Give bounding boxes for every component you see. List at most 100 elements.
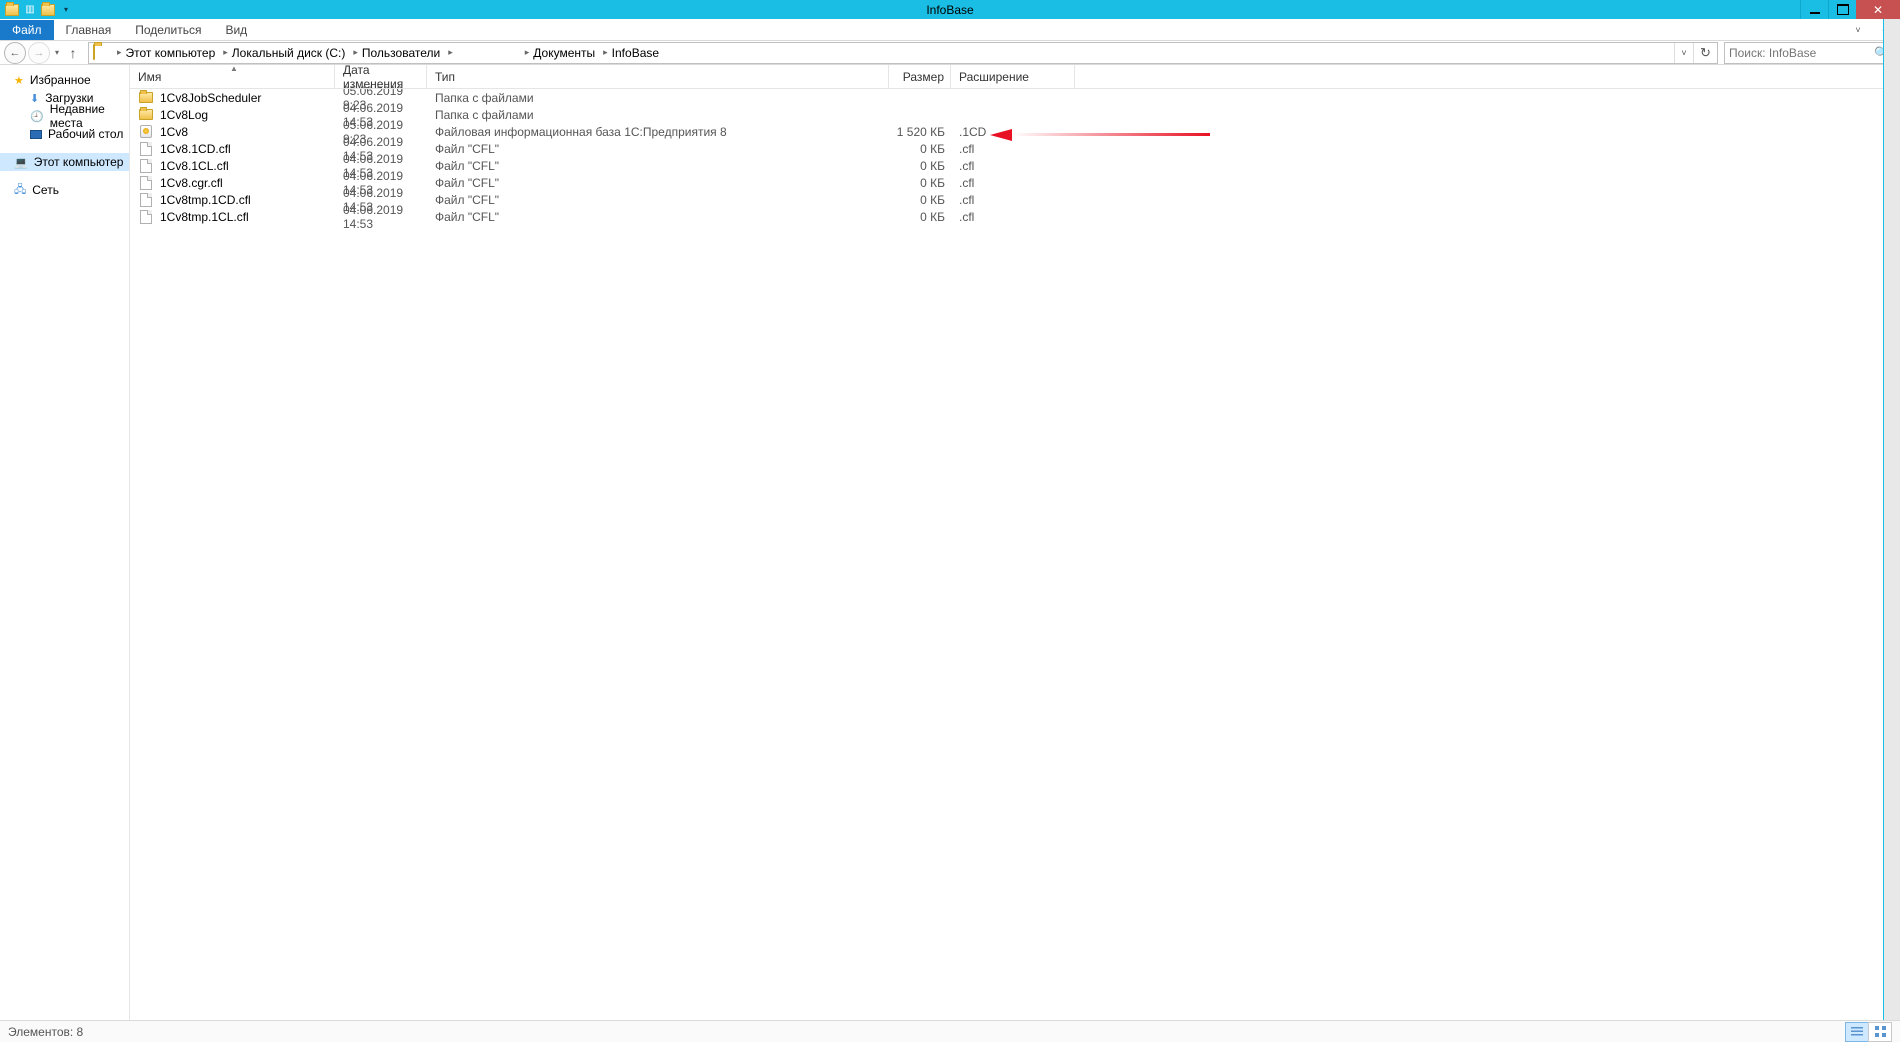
file-size: 0 КБ: [889, 159, 951, 173]
file-name: 1Cv8.1CD.cfl: [160, 142, 231, 156]
qat-properties-icon[interactable]: ▥: [22, 2, 38, 18]
details-view-icon: [1851, 1027, 1863, 1037]
crumb-infobase[interactable]: InfoBase: [612, 46, 659, 60]
ribbon-expand-icon[interactable]: ˅: [1844, 25, 1872, 40]
sidebar-favorites[interactable]: ★ Избранное: [0, 71, 129, 89]
computer-icon: 💻: [14, 156, 28, 169]
nav-back-button[interactable]: ←: [4, 42, 26, 64]
sidebar-item-network[interactable]: 🖧 Сеть: [0, 181, 129, 199]
sidebar-favorites-label: Избранное: [30, 73, 91, 87]
file-date: 04.06.2019 14:53: [335, 203, 427, 231]
chevron-right-icon[interactable]: ▸: [525, 47, 530, 58]
search-box[interactable]: 🔍: [1724, 42, 1894, 64]
file-name: 1Cv8tmp.1CD.cfl: [160, 193, 251, 207]
file-size: 1 520 КБ: [889, 125, 951, 139]
file-type: Файл "CFL": [427, 159, 889, 173]
sidebar-item-this-pc[interactable]: 💻 Этот компьютер: [0, 153, 129, 171]
qat-dropdown-icon[interactable]: ▾: [58, 2, 74, 18]
ribbon-tab-view[interactable]: Вид: [213, 20, 259, 40]
maximize-button[interactable]: [1828, 0, 1856, 19]
close-button[interactable]: [1856, 0, 1900, 19]
file-type: Файл "CFL": [427, 142, 889, 156]
address-dropdown-icon[interactable]: ˅: [1675, 48, 1693, 58]
file-type: Папка с файлами: [427, 91, 889, 105]
minimize-button[interactable]: [1800, 0, 1828, 19]
ribbon-tab-share[interactable]: Поделиться: [123, 20, 213, 40]
star-icon: ★: [14, 74, 24, 87]
large-icons-view-icon: [1875, 1026, 1886, 1037]
file-icon: [138, 192, 154, 208]
refresh-button[interactable]: ↻: [1693, 43, 1717, 63]
file-ext: .cfl: [951, 210, 1075, 224]
statusbar: Элементов: 8: [0, 1020, 1900, 1042]
file-type: Файл "CFL": [427, 210, 889, 224]
file-type: Папка с файлами: [427, 108, 889, 122]
file-icon: [138, 158, 154, 174]
nav-up-button[interactable]: ↑: [64, 42, 82, 64]
recent-icon: 🕘: [30, 110, 44, 123]
file-type: Файл "CFL": [427, 193, 889, 207]
desktop-icon: [30, 130, 42, 139]
sidebar-item-recent[interactable]: 🕘 Недавние места: [0, 107, 129, 125]
file-ext: .cfl: [951, 193, 1075, 207]
view-details-button[interactable]: [1845, 1022, 1869, 1042]
sidebar-item-label: Сеть: [32, 183, 59, 197]
file-name: 1Cv8.1CL.cfl: [160, 159, 229, 173]
navbar: ← → ▾ ↑ ▸ Этот компьютер ▸ Локальный диск …: [0, 41, 1900, 65]
sort-indicator-icon: ▲: [230, 64, 238, 73]
file-ext: .1CD: [951, 125, 1075, 139]
chevron-right-icon[interactable]: ▸: [353, 47, 358, 58]
folder-icon: [138, 90, 154, 106]
file-ext: .cfl: [951, 142, 1075, 156]
qat-folder-icon[interactable]: [4, 2, 20, 18]
ribbon-tabs: Файл Главная Поделиться Вид ˅ ?: [0, 19, 1900, 41]
file-size: 0 КБ: [889, 142, 951, 156]
chevron-right-icon[interactable]: ▸: [603, 47, 608, 58]
file-row[interactable]: 1Cv8tmp.1CL.cfl04.06.2019 14:53Файл "CFL…: [130, 208, 1900, 225]
folder-icon: [138, 107, 154, 123]
file-icon: [138, 175, 154, 191]
nav-history-dropdown[interactable]: ▾: [52, 48, 62, 57]
file-name: 1Cv8tmp.1CL.cfl: [160, 210, 249, 224]
file-list-pane: ▲ Имя Дата изменения Тип Размер Расширен…: [130, 65, 1900, 1020]
navigation-pane: ★ Избранное ⬇ Загрузки 🕘 Недавние места …: [0, 65, 130, 1020]
chevron-right-icon[interactable]: ▸: [117, 47, 122, 58]
search-input[interactable]: [1729, 46, 1874, 60]
file-icon: [138, 209, 154, 225]
file-name: 1Cv8JobScheduler: [160, 91, 261, 105]
column-header-size[interactable]: Размер: [889, 65, 951, 88]
qat-new-folder-icon[interactable]: [40, 2, 56, 18]
address-bar[interactable]: ▸ Этот компьютер ▸ Локальный диск (C:) ▸ По…: [88, 42, 1718, 64]
titlebar: ▥ ▾ InfoBase: [0, 0, 1900, 19]
view-large-icons-button[interactable]: [1868, 1022, 1892, 1042]
chevron-right-icon[interactable]: ▸: [223, 47, 228, 58]
sidebar-item-label: Недавние места: [50, 102, 129, 130]
file-icon: [138, 141, 154, 157]
chevron-right-icon[interactable]: ▸: [448, 47, 453, 58]
crumb-drive-c[interactable]: Локальный диск (C:): [232, 46, 346, 60]
file-name: 1Cv8Log: [160, 108, 208, 122]
file-size: 0 КБ: [889, 176, 951, 190]
column-header-date[interactable]: Дата изменения: [335, 65, 427, 88]
address-folder-icon: [93, 44, 95, 60]
column-header-type[interactable]: Тип: [427, 65, 889, 88]
ribbon-tab-home[interactable]: Главная: [54, 20, 124, 40]
file-ext: .cfl: [951, 159, 1075, 173]
crumb-this-pc[interactable]: Этот компьютер: [126, 46, 216, 60]
ribbon-tab-file[interactable]: Файл: [0, 20, 54, 40]
file-name: 1Cv8.cgr.cfl: [160, 176, 223, 190]
network-icon: 🖧: [14, 181, 26, 200]
file-type: Файл "CFL": [427, 176, 889, 190]
crumb-users[interactable]: Пользователи: [362, 46, 440, 60]
window-right-edge: [1883, 19, 1900, 1020]
file-type: Файловая информационная база 1С:Предприя…: [427, 125, 889, 139]
file-size: 0 КБ: [889, 193, 951, 207]
db-icon: [138, 124, 154, 140]
nav-forward-button[interactable]: →: [28, 42, 50, 64]
crumb-documents[interactable]: Документы: [533, 46, 595, 60]
statusbar-item-count: Элементов: 8: [8, 1025, 83, 1039]
sidebar-item-label: Рабочий стол: [48, 127, 123, 141]
column-headers: ▲ Имя Дата изменения Тип Размер Расширен…: [130, 65, 1900, 89]
column-header-ext[interactable]: Расширение: [951, 65, 1075, 88]
sidebar-item-desktop[interactable]: Рабочий стол: [0, 125, 129, 143]
